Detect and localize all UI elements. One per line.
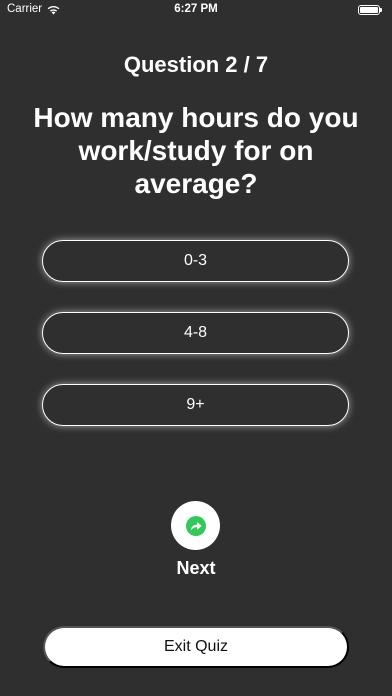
question-counter: Question 2 / 7 [123, 52, 269, 77]
answer-option-label: 4-8 [183, 324, 208, 341]
status-bar: Carrier 6:27 PM [0, 0, 392, 22]
next-label: Next [176, 558, 216, 578]
question-text: How many hours do you work/study for on … [33, 102, 359, 199]
status-time: 6:27 PM [174, 3, 218, 15]
exit-quiz-label: Exit Quiz [163, 638, 228, 655]
answer-option-label: 9+ [186, 396, 205, 413]
battery-full-icon [358, 5, 382, 15]
next-button[interactable] [171, 501, 220, 550]
answer-option-4-8[interactable]: 4-8 [42, 312, 349, 354]
exit-quiz-button[interactable]: Exit Quiz [43, 626, 349, 668]
share-forward-icon [185, 515, 206, 536]
answer-option-label: 0-3 [183, 252, 208, 269]
answer-option-9-plus[interactable]: 9+ [42, 384, 349, 426]
answer-option-0-3[interactable]: 0-3 [42, 240, 349, 282]
